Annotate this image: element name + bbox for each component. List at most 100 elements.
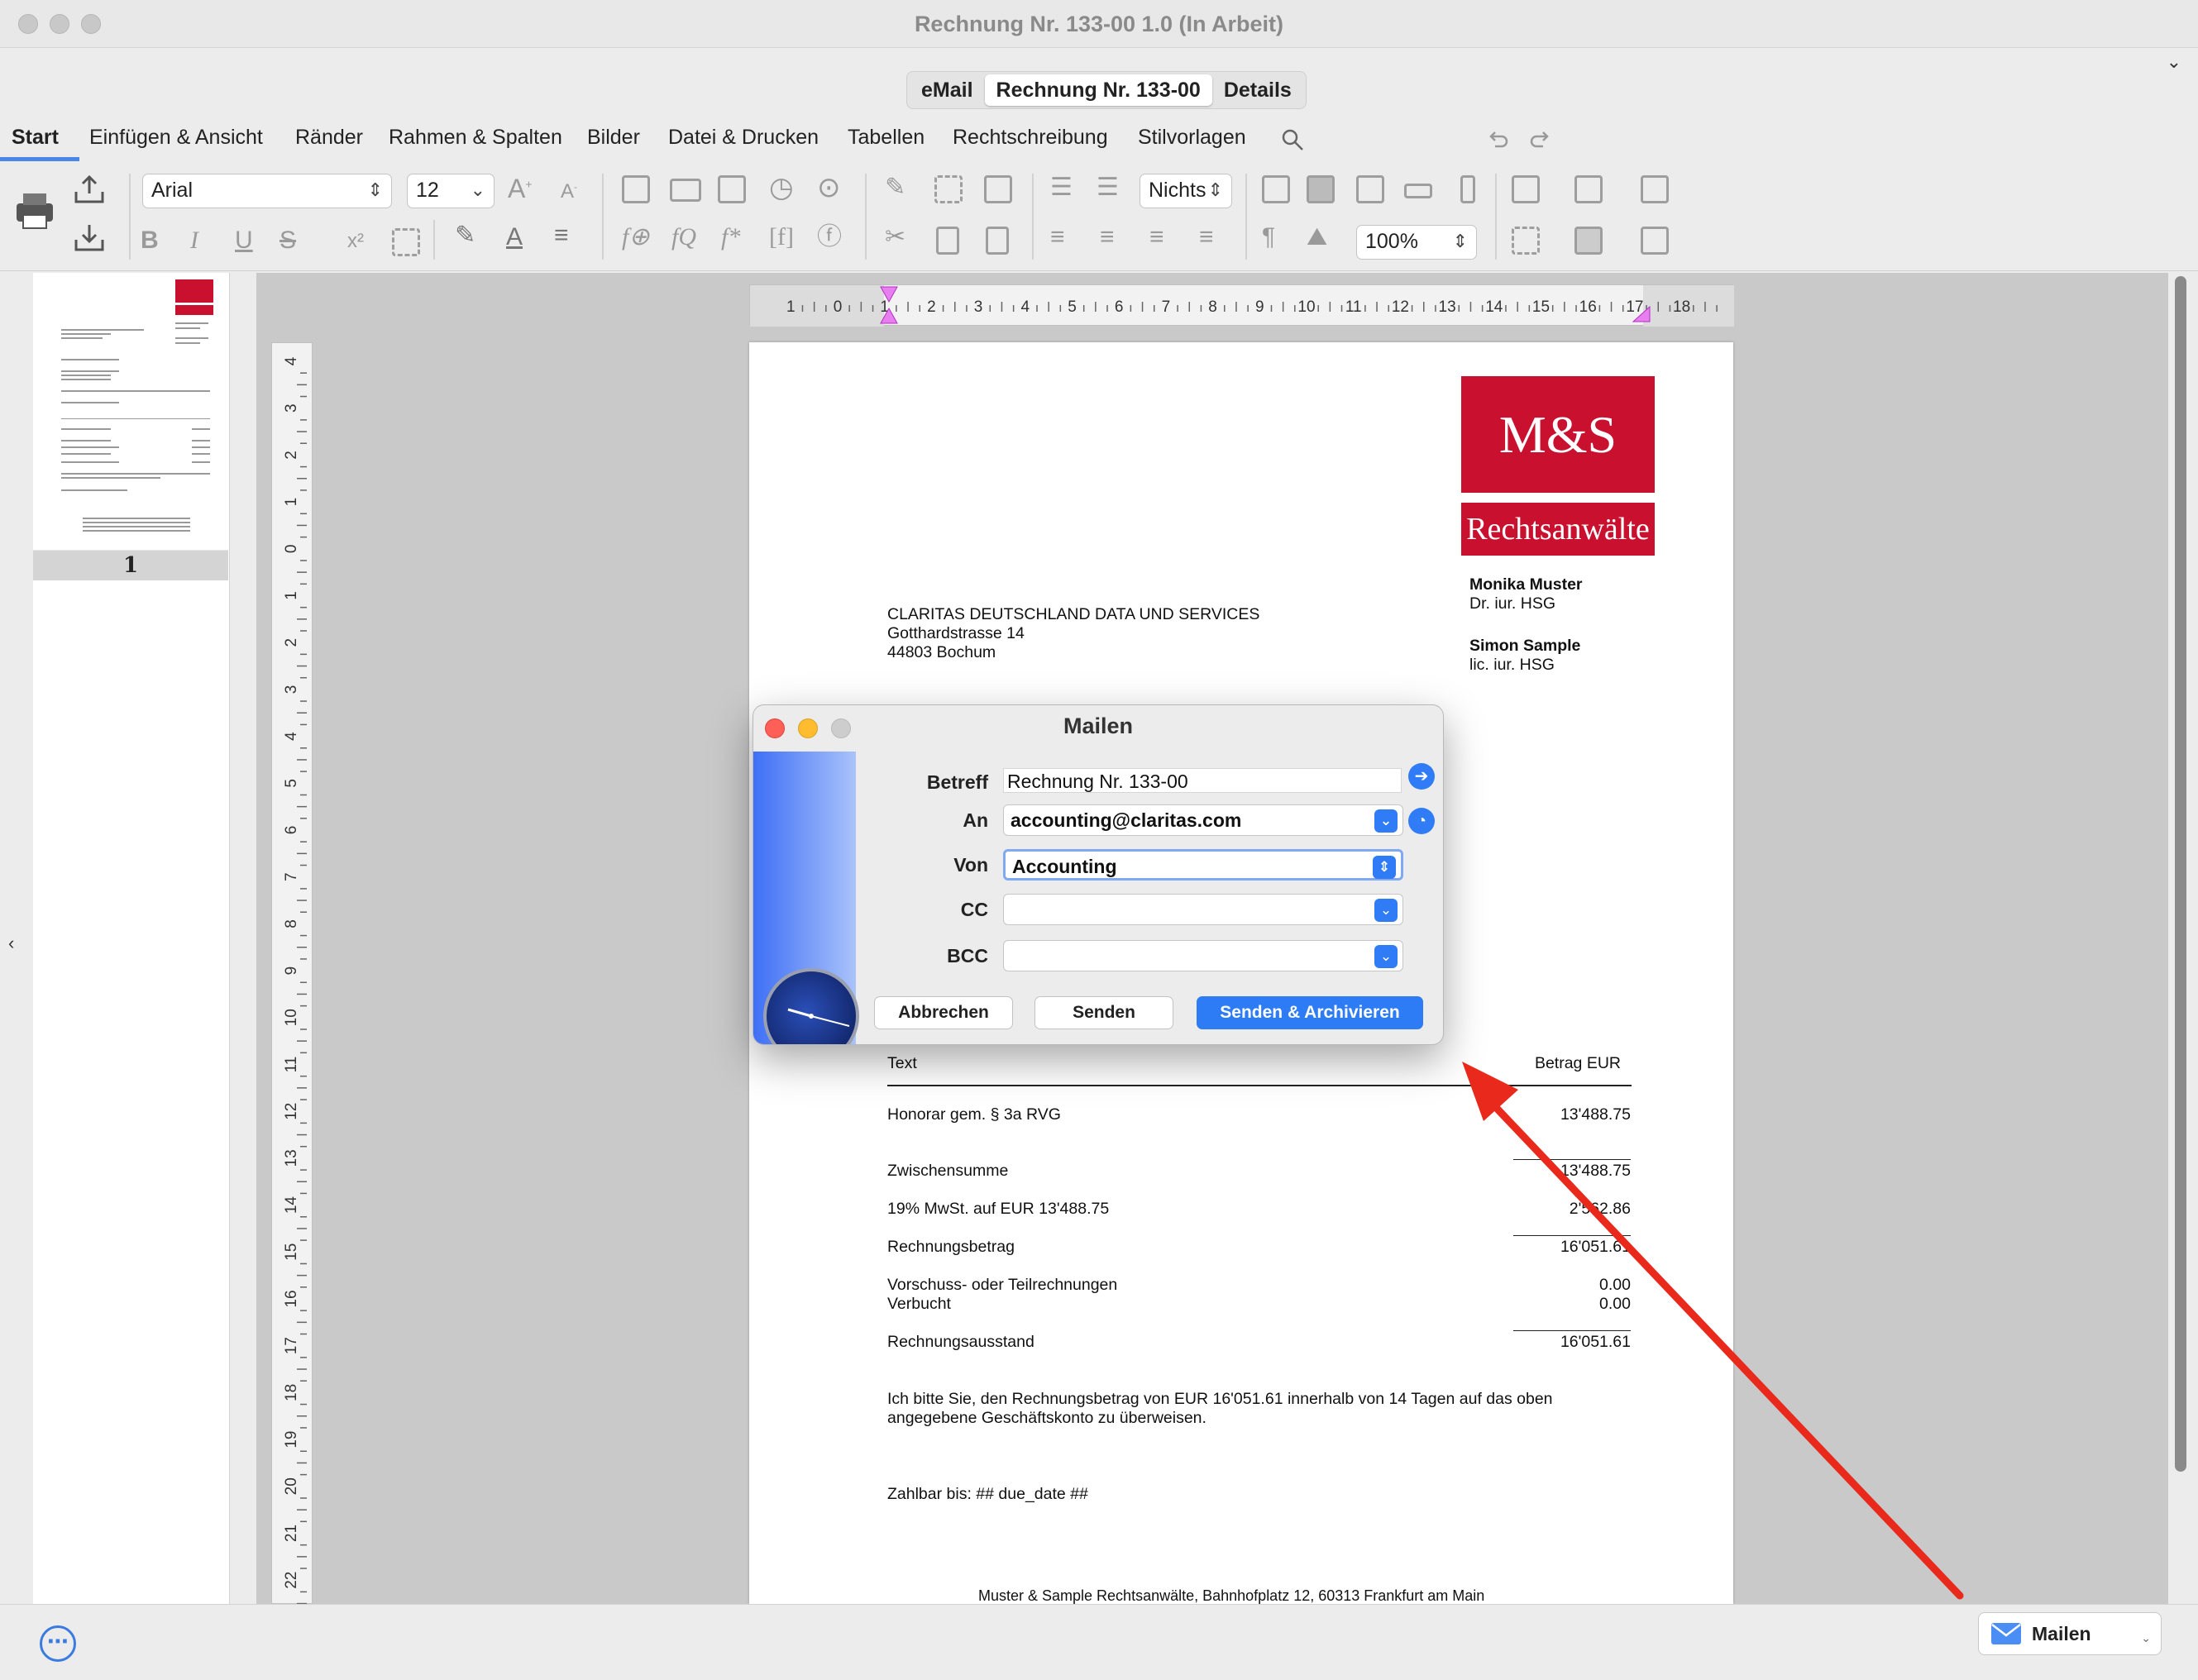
text-frame-icon[interactable] [934, 175, 963, 203]
from-select[interactable]: Accounting ⇕ [1003, 849, 1403, 881]
cc-field[interactable]: ⌄ [1003, 894, 1403, 925]
footer-icon[interactable] [1307, 175, 1335, 203]
ruler-icon[interactable] [1404, 184, 1432, 198]
superscript-icon[interactable]: x² [347, 231, 364, 251]
border-icon[interactable] [1641, 227, 1669, 255]
segment-details[interactable]: Details [1212, 74, 1303, 106]
send-archive-button[interactable]: Senden & Archivieren [1197, 996, 1423, 1029]
tab-tabellen[interactable]: Tabellen [848, 126, 925, 150]
vertical-ruler[interactable]: 4 3 2 1 0 1 2 3 4 5 6 7 8 9 10 11 12 13 14 15 16 17 18 19 20 21 22 [271, 342, 313, 1616]
align-center-icon[interactable]: ≡ [1100, 225, 1115, 250]
chevron-left-icon[interactable]: ‹ [8, 933, 14, 954]
vertical-scrollbar[interactable] [2175, 276, 2186, 1472]
clock-icon[interactable]: ◷ [769, 174, 794, 202]
chevron-down-icon[interactable]: ⌄ [1374, 945, 1398, 968]
updown-icon: ⇕ [367, 179, 383, 200]
zoom-select[interactable]: 100% ⇕ [1356, 225, 1477, 260]
download-icon[interactable] [73, 222, 106, 255]
ruler-tick-label: 17 [283, 1337, 300, 1354]
arrow-right-icon[interactable]: ➔ [1408, 763, 1435, 790]
horizontal-ruler[interactable]: 1 0 1 2 3 4 5 6 7 8 9 10 11 12 13 14 15 16 17 18 [749, 284, 1734, 327]
underline-icon[interactable]: U [235, 228, 253, 253]
undo-icon[interactable] [1485, 128, 1510, 153]
font-color-icon[interactable]: A [506, 225, 523, 250]
mail-button[interactable]: Mailen ⌄ [1978, 1612, 2162, 1655]
cancel-button[interactable]: Abbrechen [874, 996, 1013, 1029]
chevron-down-icon[interactable]: ⌄ [1374, 899, 1398, 922]
chevron-down-icon[interactable]: ⌄ [2167, 51, 2181, 73]
tab-start[interactable]: Start [12, 126, 59, 150]
formula-settings-icon[interactable]: f* [721, 225, 740, 250]
formula-bracket-icon[interactable]: [f] [769, 225, 794, 250]
active-tab-indicator [0, 157, 79, 161]
page-thumbnail[interactable] [33, 278, 228, 551]
segment-invoice[interactable]: Rechnung Nr. 133-00 [984, 74, 1212, 106]
decrease-font-icon[interactable]: A- [561, 182, 577, 202]
ruler-tick-label: 3 [283, 685, 300, 694]
ruler-tick-label: 18 [283, 1384, 300, 1401]
header-icon[interactable] [1262, 175, 1290, 203]
tab-rahmen-spalten[interactable]: Rahmen & Spalten [389, 126, 562, 150]
align-left-icon[interactable]: ≡ [1050, 225, 1065, 250]
increase-font-icon[interactable]: A+ [508, 175, 533, 202]
tab-rechtschreibung[interactable]: Rechtschreibung [953, 126, 1108, 150]
tab-raender[interactable]: Ränder [295, 126, 363, 150]
fill-icon[interactable] [1574, 227, 1603, 255]
segment-email[interactable]: eMail [910, 74, 985, 106]
clipboard-icon[interactable] [936, 227, 959, 255]
tab-einfuegen-ansicht[interactable]: Einfügen & Ansicht [89, 126, 263, 150]
ruler-tick-label: 16 [283, 1290, 300, 1307]
indent-increase-icon[interactable]: ☰ [1050, 175, 1073, 200]
send-button[interactable]: Senden [1034, 996, 1173, 1029]
page-margins-icon[interactable] [1356, 175, 1384, 203]
image-adjust-icon[interactable]: ⛰ [1307, 225, 1327, 250]
font-family-select[interactable]: Arial ⇕ [142, 174, 392, 208]
pencil-icon[interactable]: ✎ [885, 175, 905, 200]
paragraph-style-select[interactable]: Nichts ⇕ [1140, 174, 1232, 208]
text-box-icon[interactable] [392, 228, 420, 256]
print-icon[interactable] [13, 190, 56, 233]
pilcrow-icon[interactable]: ¶ [1262, 225, 1275, 250]
history-icon[interactable]: ◔ [1408, 808, 1435, 834]
formula-search-icon[interactable]: fQ [671, 225, 696, 250]
more-options-icon[interactable]: ⋯ [40, 1625, 76, 1662]
tab-datei-drucken[interactable]: Datei & Drucken [668, 126, 819, 150]
zoom-value: 100% [1365, 230, 1418, 253]
align-right-icon[interactable]: ≡ [1149, 225, 1164, 250]
italic-icon[interactable]: I [190, 228, 198, 253]
number-field-icon[interactable] [670, 179, 701, 202]
justify-icon[interactable]: ≡ [1199, 225, 1214, 250]
layout-icon[interactable] [984, 175, 1012, 203]
bold-icon[interactable]: B [141, 228, 159, 253]
align-icon[interactable]: ≡ [554, 223, 569, 248]
more-circle-icon[interactable]: ⊙ [817, 174, 841, 202]
tab-bilder[interactable]: Bilder [587, 126, 640, 150]
to-field[interactable]: accounting@claritas.com ⌄ [1003, 804, 1403, 836]
page-icon[interactable] [622, 175, 650, 203]
redo-icon[interactable] [1528, 128, 1553, 153]
chevron-down-icon[interactable]: ⌄ [1374, 809, 1398, 833]
formula-add-icon[interactable]: f⊕ [622, 225, 649, 250]
tab-stilvorlagen[interactable]: Stilvorlagen [1138, 126, 1246, 150]
subject-field[interactable]: Rechnung Nr. 133-00 [1003, 768, 1402, 793]
table-icon[interactable] [1512, 175, 1540, 203]
updown-icon: ⇕ [1452, 231, 1468, 251]
indent-decrease-icon[interactable]: ☰ [1097, 175, 1119, 200]
shadow-icon[interactable] [1641, 175, 1669, 203]
invoice-row-label: Rechnungsbetrag [887, 1238, 1015, 1256]
scissors-icon[interactable]: ✂ [885, 225, 905, 250]
shade-icon[interactable] [1574, 175, 1603, 203]
ruler-tick-label: 5 [1068, 298, 1077, 316]
strikethrough-icon[interactable]: S [280, 228, 296, 253]
vertical-ruler-icon[interactable] [1460, 175, 1475, 203]
font-size-select[interactable]: 12 ⌄ [407, 174, 495, 208]
calendar-icon[interactable] [718, 175, 746, 203]
upload-icon[interactable] [73, 174, 106, 207]
copy-icon[interactable] [986, 227, 1009, 255]
ruler-tick-label: 6 [283, 826, 300, 835]
search-icon[interactable] [1280, 127, 1305, 152]
highlighter-icon[interactable]: ✎ [455, 223, 475, 248]
selection-icon[interactable] [1512, 227, 1540, 255]
bcc-field[interactable]: ⌄ [1003, 940, 1403, 971]
formula-circle-icon[interactable]: ⓕ [817, 225, 842, 250]
